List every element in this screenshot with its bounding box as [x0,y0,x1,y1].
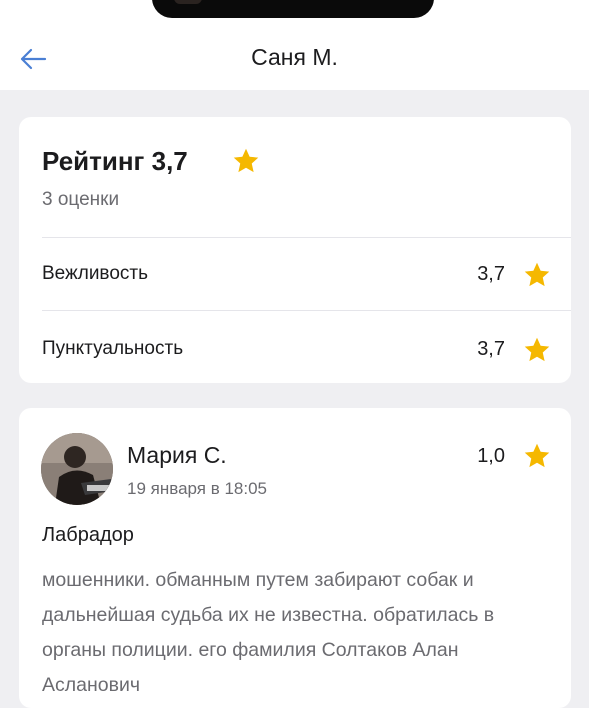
status-bar [0,0,589,22]
star-icon [233,148,259,173]
star-icon [524,443,550,468]
notch-preview [174,0,202,4]
page-title: Саня М. [251,44,338,70]
rating-row-value-politeness: 3,7 [477,263,505,285]
star-icon [524,337,550,362]
rating-count: 3 оценки [42,189,120,210]
review-score: 1,0 [477,445,505,467]
avatar[interactable] [41,433,113,505]
star-icon [524,262,550,287]
review-author[interactable]: Мария С. [127,442,227,469]
review-card: Мария С. 19 января в 18:05 1,0 Лабрадор … [19,408,571,708]
review-text: мошенники. обманным путем забирают собак… [42,569,495,696]
rating-row-label-politeness: Вежливость [42,263,148,284]
avatar-photo [41,433,113,505]
review-date: 19 января в 18:05 [127,479,268,498]
rating-card: Рейтинг 3,7 3 оценки Вежливость 3,7 Пунк… [19,117,571,383]
rating-title: Рейтинг 3,7 [42,146,188,176]
rating-row-value-punctuality: 3,7 [477,338,505,360]
review-subject: Лабрадор [42,524,134,546]
camera-notch [152,0,434,18]
rating-row-label-punctuality: Пунктуальность [42,338,184,359]
top-bar: Саня М. [0,22,589,90]
divider [42,310,571,311]
divider [42,237,571,238]
